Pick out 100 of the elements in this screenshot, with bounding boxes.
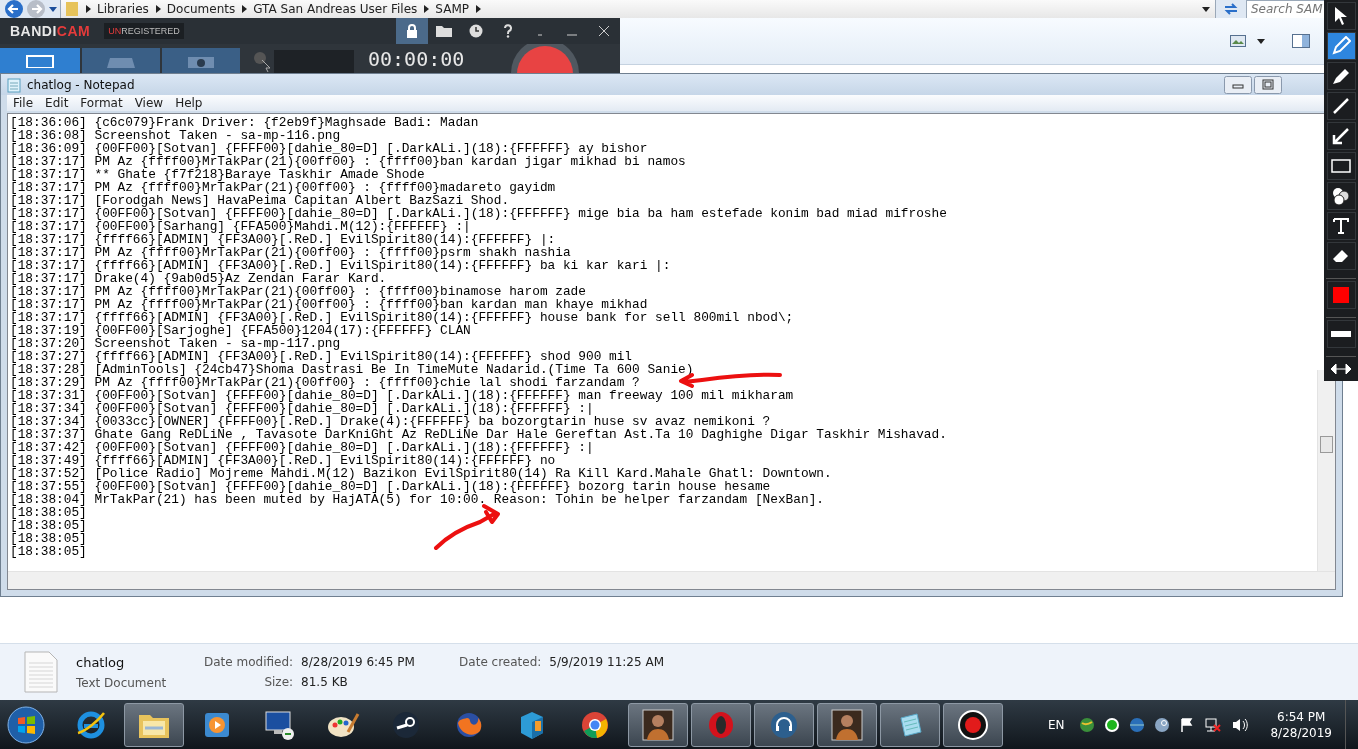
text-line: [18:37:37] Ghate Gang ReDLiNe , Tavasote DarKniGht Az ReDLiNe Dar Hale Gereftan Ast.Ta 10 Daghighe Digar Taskhir Mishavad. [10, 428, 947, 441]
back-button[interactable] [4, 0, 24, 18]
text-line: [18:37:20] Screenshot Taken - sa-mp-117.png [10, 337, 341, 350]
network-icon[interactable] [1204, 716, 1223, 733]
breadcrumb[interactable]: Libraries [97, 2, 149, 16]
globe-icon[interactable] [1079, 716, 1096, 733]
detail-value: 81.5 KB [301, 675, 349, 689]
tool-button[interactable] [1326, 62, 1356, 90]
text-line: [18:37:34] {0033cc}[OWNER] {FFFF00}[.ReD.] Drake(4):{FFFFFF} ba bozorgtarin huse sv avaz nemikoni ? [10, 415, 771, 428]
tool-button[interactable] [1326, 212, 1356, 240]
file-type: Text Document [76, 675, 168, 690]
lock-icon [405, 23, 419, 39]
breadcrumb[interactable]: SAMP [435, 2, 469, 16]
text-line: [18:37:49] {ffff66}[ADMIN] {FF3A00}[.ReD.] EvilSpirit80(14):{FFFFFF} no [10, 454, 556, 467]
volume-icon[interactable] [1231, 716, 1250, 733]
menu-item[interactable]: View [128, 96, 170, 111]
tool-button[interactable] [1326, 122, 1356, 150]
cursor-icon[interactable] [252, 50, 272, 74]
text-line: [18:38:05] [10, 519, 87, 532]
clock[interactable]: 6:54 PM 8/28/2019 [1270, 709, 1332, 740]
detail-label: Size: [263, 675, 294, 689]
mode-tab[interactable] [162, 48, 240, 74]
chevron-icon [423, 5, 430, 13]
tool-button[interactable] [1326, 32, 1356, 60]
help-icon [503, 24, 513, 38]
document-icon [24, 651, 58, 693]
clock-icon [469, 24, 483, 38]
dropdown-icon[interactable] [1256, 37, 1266, 45]
minimize-button[interactable] [1224, 75, 1252, 94]
person-icon [642, 708, 674, 741]
menu-item[interactable]: Help [169, 96, 209, 111]
disc-icon[interactable] [1129, 716, 1146, 733]
taskbar-button[interactable] [943, 702, 1003, 747]
rectangle-icon [1331, 158, 1351, 174]
expand-icon[interactable] [1330, 363, 1352, 375]
start-button[interactable] [6, 704, 46, 745]
menu-item[interactable]: Format [74, 96, 129, 111]
tool-button[interactable] [1326, 320, 1356, 348]
tool-button[interactable] [1326, 2, 1356, 30]
line-icon [1331, 96, 1351, 116]
taskbar-button[interactable] [880, 702, 940, 747]
status-dot-icon[interactable] [1104, 716, 1121, 733]
horizontal-scrollbar[interactable] [8, 571, 1335, 589]
refresh-icon[interactable] [1222, 1, 1240, 17]
text-line: [18:37:17] [Forodgah News] HavaPeima Capitan Albert BazSazi Shod. [10, 194, 510, 207]
text-line: [18:36:08] Screenshot Taken - sa-mp-116.png [10, 129, 341, 142]
detail-label: Date created: [459, 655, 542, 669]
chevron-icon [241, 5, 248, 13]
dropdown-icon[interactable] [48, 5, 58, 13]
text-tool-icon [1332, 217, 1350, 235]
text-line: [18:37:27] {ffff66}[ADMIN] {FF3A00}[.ReD.] EvilSpirit80(14):{FFFFFF} shod 900 mil [10, 350, 633, 363]
vertical-scrollbar[interactable] [1317, 370, 1335, 571]
folder-icon [65, 1, 79, 17]
breadcrumb[interactable]: Documents [166, 2, 236, 16]
text-line: [18:37:17] {ffff66}[ADMIN] {FF3A00}[.ReD.] EvilSpirit80(14):{FFFFFF} ba ki kar kari |: [10, 259, 671, 272]
menu-item[interactable]: Edit [39, 96, 75, 111]
clock-date: 8/28/2019 [1270, 725, 1332, 740]
view-icon[interactable] [1230, 35, 1246, 47]
taskbar-button[interactable] [754, 702, 814, 747]
tool-button[interactable] [1326, 152, 1356, 180]
taskbar-button[interactable] [124, 702, 184, 747]
text-line: [18:37:17] PM Az {ffff00}MrTakPar(21){00ff00} : {ffff00}ban kardan man khaye mikhad [10, 298, 648, 311]
text-line: [18:36:06] {c6c079}Frank Driver: {f2eb9f}Maghsade Badi: Madan [10, 116, 479, 129]
detail-value: 5/9/2019 11:25 AM [549, 655, 664, 669]
camera-icon [186, 54, 216, 68]
preview-pane-icon[interactable] [1292, 34, 1310, 48]
breadcrumb[interactable]: GTA San Andreas User Files [253, 2, 418, 16]
menu-item[interactable]: File [7, 96, 40, 111]
dropdown-icon[interactable] [1201, 5, 1211, 13]
detail-value: 8/28/2019 6:45 PM [301, 655, 416, 669]
tool-button[interactable] [1326, 242, 1356, 270]
person-icon [831, 708, 863, 741]
close-icon[interactable] [598, 25, 610, 37]
headset-icon [769, 709, 799, 740]
screen-icon [26, 54, 54, 68]
chevron-icon [85, 5, 91, 13]
app-logo: BANDICAM [10, 23, 91, 39]
folder-icon [436, 25, 452, 37]
ring-icon [706, 709, 736, 740]
text-line: [18:37:17] {ffff66}[ADMIN] {FF3A00}[.ReD.] EvilSpirit80(14):{FFFFFF} house bank for sell 800mil nbod\; [10, 311, 794, 324]
maximize-button[interactable] [1254, 75, 1282, 94]
arrow-icon [1331, 126, 1351, 146]
pencil-icon [1331, 36, 1351, 56]
notepad-icon [7, 76, 21, 93]
numbered-circles-icon [1331, 186, 1351, 206]
text-line: [18:37:17] PM Az {ffff00}MrTakPar(21){00ff00} : {ffff00}binamose harom zade [10, 285, 586, 298]
mode-tab[interactable] [0, 48, 80, 74]
lock-button[interactable] [396, 18, 428, 44]
text-line: [18:38:05] [10, 532, 87, 545]
tool-button[interactable] [1326, 92, 1356, 120]
text-line: [18:37:34] {00FF00}[Sotvan] {FFFF00}[dahie_80=D] [.DarkALi.](18):{FFFFFF} :| [10, 402, 594, 415]
text-line: [18:37:17] {00FF00}[Sotvan] {FFFF00}[dahie_80=D] [.DarkALi.](18):{FFFFFF} mige bia ba ham estefade konim bad miad mifroshe [10, 207, 947, 220]
text-line: [18:37:17] PM Az {ffff00}MrTakPar(21){00ff00} : {ffff00}ban kardan jigar mikhad bi namos [10, 155, 686, 168]
chevron-icon [475, 5, 481, 13]
tool-button[interactable] [1326, 182, 1356, 210]
detail-label: Date modified: [204, 655, 294, 669]
monitor-icon [263, 708, 297, 741]
language-indicator[interactable]: EN [1047, 717, 1065, 732]
text-line: [18:37:52] [Police Radio] Mojreme Mahdi.M(12) Bazikon EvilSpirit80(14) Ra Kill Kard.Mahale Ghatl: Downtown. [10, 467, 832, 480]
address-bar[interactable]: Libraries Documents GTA San Andreas User Files SAMP [60, 0, 1216, 20]
